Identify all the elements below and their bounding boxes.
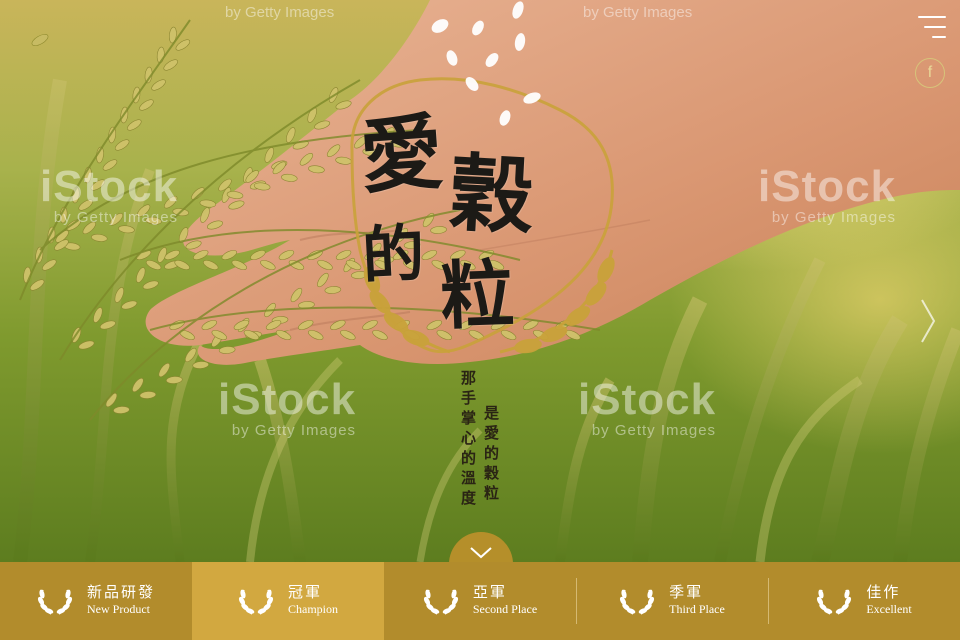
nav-label-zh: 佳作 [866,583,901,601]
logo-char-3: 的 [360,216,427,293]
chevron-down-icon [470,547,492,559]
rice-grain [132,377,144,393]
rice-grain [174,260,190,270]
rice-grain [102,159,118,171]
rice-grain [203,260,219,270]
rice-grain [285,127,296,143]
rice-grain [199,199,217,208]
nav-item-champion[interactable]: 冠軍 Champion [192,562,384,640]
laurel-icon [817,589,852,615]
laurel-icon [620,589,655,615]
nav-label-en: Champion [288,602,338,616]
rice-grain [166,376,183,384]
rice-grain [145,216,162,225]
rice-grain [82,221,96,235]
nav-label-zh: 冠軍 [288,583,323,601]
hamburger-icon [918,16,946,18]
laurel-icon [423,589,458,615]
nav-label-zh: 亞軍 [472,583,507,601]
rice-grain [191,187,205,200]
logo-char-2: 穀 [447,142,537,247]
rice-grain [135,267,146,283]
rice-grain [184,347,197,363]
rice-grain [142,280,159,290]
rice-grain [151,79,166,91]
facebook-button[interactable]: f [915,58,945,88]
nav-label: 佳作 Excellent [866,584,911,618]
rice-grain [192,361,209,369]
nav-label-en: Excellent [866,602,912,616]
rice-grain [78,340,95,350]
nav-label: 季軍 Third Place [669,584,725,618]
nav-item-excellent[interactable]: 佳作 Excellent [768,562,960,640]
chevron-right-icon [921,299,936,343]
rice-grain [99,320,116,330]
rice-grain [29,279,45,291]
nav-item-new-product[interactable]: 新品研發 New Product [0,562,192,640]
rice-grain [91,233,108,242]
rice-grain [164,195,178,209]
nav-label: 冠軍 Champion [288,584,338,618]
rice-grain [42,259,57,271]
logo-char-4: 粒 [438,251,516,341]
nav-label-zh: 季軍 [669,583,704,601]
rice-grain [118,225,135,234]
rice-grain [127,119,142,131]
rice-grain [163,59,178,71]
logo-char-1: 愛 [357,104,446,206]
rice-grain [158,362,171,378]
rice-grains [431,1,541,126]
category-nav: 新品研發 New Product 冠軍 Champion 亞軍 Second Place 季… [0,562,960,640]
rice-grain [78,199,93,211]
rice-grain [139,99,154,111]
nav-label: 新品研發 New Product [87,584,155,618]
laurel-icon [37,589,73,615]
nav-item-second-place[interactable]: 亞軍 Second Place [384,562,576,640]
hero-banner: by Getty Images by Getty Images iStock b… [0,0,960,562]
nav-item-third-place[interactable]: 季軍 Third Place [576,562,768,640]
menu-button[interactable] [912,14,946,40]
rice-grain [139,391,157,399]
hamburger-icon [924,26,946,28]
rice-grain [136,204,151,218]
rice-grain [90,179,106,191]
nav-label-en: Third Place [669,602,725,616]
next-slide-button[interactable] [918,296,938,346]
rice-grain [113,406,130,414]
rice-grain [114,287,125,303]
rice-grain [109,212,124,226]
nav-label-en: New Product [86,602,150,616]
rice-grain [121,300,138,310]
rice-grain [114,139,130,151]
nav-label: 亞軍 Second Place [473,584,537,618]
hamburger-icon [932,36,946,38]
nav-label-en: Second Place [472,602,538,616]
nav-label-zh: 新品研發 [86,583,155,601]
laurel-icon [238,589,274,615]
poem-line-1: 是愛的穀粒 [482,405,500,505]
facebook-icon: f [927,64,933,81]
poem-line-2: 那手掌心的溫度 [459,370,477,510]
